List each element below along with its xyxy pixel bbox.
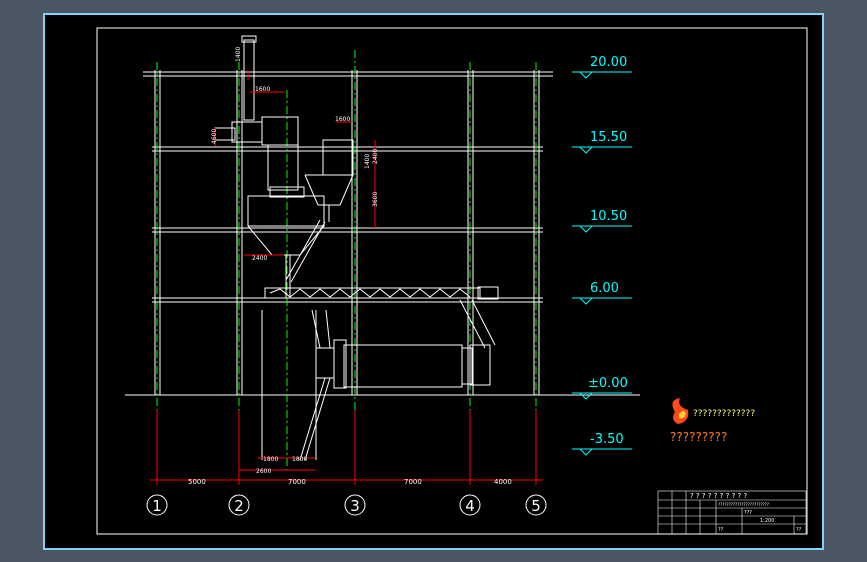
level-label-neg: -3.50 <box>590 432 624 447</box>
dim-top-small: 1400 <box>235 47 242 62</box>
level-label-20: 20.00 <box>590 55 627 70</box>
axis-label-2: 2 <box>234 497 244 515</box>
dim-bot-right: 1800 <box>292 456 307 463</box>
logo-text-1: ????????????? <box>693 409 755 419</box>
title-block-row2: ??? <box>744 510 752 516</box>
span-label-2: 7000 <box>288 478 306 486</box>
title-block-row3: 1:200 <box>760 518 774 524</box>
span-label-3: 7000 <box>404 478 422 486</box>
title-block-row1: ???????????????????????? <box>718 502 769 507</box>
drawing-sheet <box>43 13 824 550</box>
dim-cone-width: 2400 <box>252 255 267 262</box>
logo-text-2: ????????? <box>670 430 727 444</box>
level-label-6: 6.00 <box>590 281 619 296</box>
dim-sep-width: 1600 <box>335 116 350 123</box>
dim-left-height: 4600 <box>211 129 218 144</box>
axis-label-3: 3 <box>350 497 360 515</box>
title-block-cell-a: ?? <box>718 527 724 533</box>
dim-top-width: 1600 <box>255 86 270 93</box>
axis-label-4: 4 <box>465 497 475 515</box>
dim-right-height3: 3600 <box>372 192 379 207</box>
axis-label-1: 1 <box>152 497 162 515</box>
dim-bot-left: 1800 <box>263 456 278 463</box>
axis-label-5: 5 <box>531 497 541 515</box>
title-block-header: ? ? ? ? ? ? ? ? ? ? <box>690 492 747 500</box>
cad-drawing-canvas: 20.00 15.50 10.50 6.00 ±0.00 -3.50 5000 … <box>43 13 824 550</box>
dim-bot-total: 2600 <box>256 468 271 475</box>
span-label-4: 4000 <box>494 478 512 486</box>
level-label-15: 15.50 <box>590 130 627 145</box>
dim-right-height1: 2400 <box>372 149 379 164</box>
level-label-10: 10.50 <box>590 209 627 224</box>
span-label-1: 5000 <box>188 478 206 486</box>
level-label-0: ±0.00 <box>588 376 628 391</box>
title-block-cell-b: ?? <box>796 527 802 533</box>
dim-right-height2: 1400 <box>364 154 371 169</box>
